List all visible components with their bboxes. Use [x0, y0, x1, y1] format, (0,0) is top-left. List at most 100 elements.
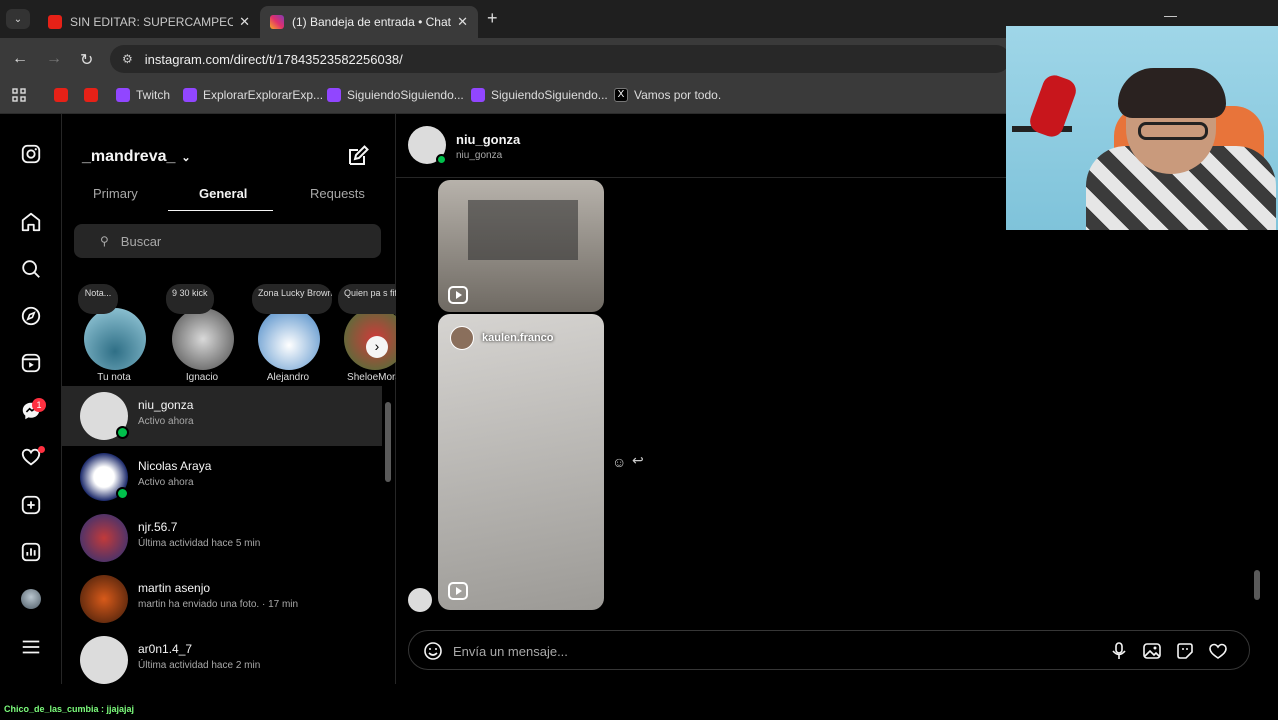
bookmark-label: Vamos por todo. [634, 88, 722, 102]
avatar [450, 326, 474, 350]
instagram-logo-icon[interactable] [19, 142, 43, 166]
back-icon[interactable]: ← [12, 50, 28, 68]
new-message-icon[interactable] [346, 144, 370, 173]
message-composer [408, 630, 1250, 670]
account-switcher[interactable]: _mandreva_ ⌄ [82, 148, 191, 166]
story-name: Ignacio [185, 372, 219, 383]
chat-scrollbar[interactable] [1252, 254, 1262, 614]
bookmark-siguiendo-1[interactable]: SiguiendoSiguiendo... [327, 88, 464, 102]
twitch-icon [116, 88, 130, 102]
webcam-overlay [1006, 26, 1278, 230]
reels-icon[interactable] [19, 351, 43, 375]
tab-primary[interactable]: Primary [93, 186, 138, 201]
story-note-ignacio[interactable]: 9 30 kick Ignacio [162, 284, 242, 394]
twitch-icon [183, 88, 197, 102]
story-name: SheloeMora [347, 372, 396, 383]
browser-tab-youtube[interactable]: SIN EDITAR: SUPERCAMPEONES ✕ [38, 6, 260, 38]
conversation-item[interactable]: niu_gonza Activo ahora [62, 386, 382, 446]
apps-icon[interactable] [12, 88, 26, 102]
conversation-status: Última actividad hace 5 min [138, 538, 261, 549]
avatar [408, 588, 432, 612]
avatar [258, 308, 320, 370]
profile-avatar[interactable] [19, 587, 43, 611]
scrollbar-thumb[interactable] [1254, 570, 1260, 600]
conversation-item[interactable]: martin asenjo martin ha enviado una foto… [62, 569, 382, 629]
messages-badge: 1 [32, 398, 46, 412]
chat-handle: niu_gonza [456, 150, 503, 161]
bookmark-label: SiguiendoSiguiendo... [491, 88, 608, 102]
react-emoji-icon[interactable]: ☺ [612, 454, 626, 470]
inbox-panel: _mandreva_ ⌄ Primary General Requests ⚲ B… [62, 114, 396, 684]
avatar [172, 308, 234, 370]
heart-icon[interactable] [1208, 641, 1228, 661]
minimize-icon[interactable]: — [1164, 8, 1177, 23]
conversation-item[interactable]: njr.56.7 Última actividad hace 5 min [62, 508, 382, 568]
close-tab-icon[interactable]: ✕ [457, 14, 468, 30]
site-settings-icon[interactable]: ⚙ [122, 52, 133, 66]
bookmark-youtube-1[interactable] [54, 88, 74, 102]
dashboard-icon[interactable] [19, 540, 43, 564]
story-note-alejandro[interactable]: Zona Lucky Brown, T... Alejandro [248, 284, 332, 394]
create-icon[interactable] [19, 493, 43, 517]
home-icon[interactable] [19, 210, 43, 234]
webcam-glasses [1138, 122, 1208, 140]
url-text: instagram.com/direct/t/17843523582256038… [144, 51, 403, 67]
conversation-item[interactable]: Nicolas Araya Activo ahora [62, 447, 382, 507]
shared-reel[interactable] [438, 180, 604, 312]
bookmark-label: ExplorarExplorarExp... [203, 88, 324, 102]
close-tab-icon[interactable]: ✕ [239, 14, 250, 30]
search-icon[interactable] [19, 257, 43, 281]
screen: ⌄ SIN EDITAR: SUPERCAMPEONES ✕ (1) Bande… [0, 0, 1278, 720]
bookmark-youtube-2[interactable] [84, 88, 104, 102]
bookmark-label: Twitch [136, 88, 171, 102]
instagram-sidebar: 1 [0, 114, 62, 684]
conversation-name: ar0n1.4_7 [138, 642, 193, 656]
message-input[interactable] [453, 639, 1093, 663]
reply-icon[interactable]: ↩ [632, 452, 644, 469]
search-input[interactable]: ⚲ Buscar [74, 224, 381, 258]
explore-icon[interactable] [19, 304, 43, 328]
bookmark-explorar[interactable]: ExplorarExplorarExp... [183, 88, 323, 102]
conversation-item[interactable]: ar0n1.4_7 Última actividad hace 2 min [62, 630, 382, 690]
tab-general[interactable]: General [199, 186, 247, 201]
story-name: Tu nota [97, 372, 131, 383]
tab-requests[interactable]: Requests [310, 186, 365, 201]
reload-icon[interactable]: ↻ [80, 50, 93, 70]
youtube-icon [54, 88, 68, 102]
conversation-status: Última actividad hace 2 min [138, 660, 261, 671]
scrollbar-thumb[interactable] [385, 402, 391, 482]
inbox-scrollbar[interactable] [384, 392, 392, 682]
reels-icon [448, 286, 468, 304]
address-bar[interactable]: ⚙ instagram.com/direct/t/178435235822560… [110, 45, 1010, 73]
chat-overlay-message: Chico_de_las_cumbia : jjajajaj [4, 704, 135, 714]
new-tab-button[interactable]: + [487, 8, 498, 29]
conversation-status: martin ha enviado una foto. · 17 min [138, 599, 299, 610]
emoji-icon[interactable] [423, 641, 443, 661]
menu-icon[interactable] [19, 635, 43, 659]
instagram-favicon-icon [270, 15, 284, 29]
conversation-name: Nicolas Araya [138, 459, 212, 473]
sticker-icon[interactable] [1175, 641, 1195, 661]
browser-tab-instagram[interactable]: (1) Bandeja de entrada • Chats ✕ [260, 6, 478, 38]
twitch-icon [327, 88, 341, 102]
shared-reel[interactable]: kaulen.franco [438, 314, 604, 610]
conversation-status: Activo ahora [138, 477, 194, 488]
forward-icon[interactable]: → [46, 50, 62, 68]
chevron-right-icon[interactable]: › [366, 336, 388, 358]
story-note-sheloemora[interactable]: Quien pa s fifas SheloeMora [334, 284, 396, 394]
bookmark-x[interactable]: X Vamos por todo. [614, 88, 721, 102]
bookmark-siguiendo-2[interactable]: SiguiendoSiguiendo... [471, 88, 608, 102]
tab-search-button[interactable]: ⌄ [6, 9, 30, 29]
youtube-icon [84, 88, 98, 102]
note-bubble: 9 30 kick [166, 284, 214, 314]
microphone-icon[interactable] [1109, 641, 1129, 661]
story-note-own[interactable]: Nota... Tu nota [74, 284, 154, 394]
note-bubble: Quien pa s fifas [338, 284, 396, 314]
conversation-status: Activo ahora [138, 416, 194, 427]
note-bubble: Nota... [78, 284, 118, 314]
image-icon[interactable] [1142, 641, 1162, 661]
online-indicator [116, 487, 129, 500]
bookmark-twitch[interactable]: Twitch [116, 88, 170, 102]
conversation-name: njr.56.7 [138, 520, 178, 534]
search-placeholder: Buscar [120, 233, 162, 249]
